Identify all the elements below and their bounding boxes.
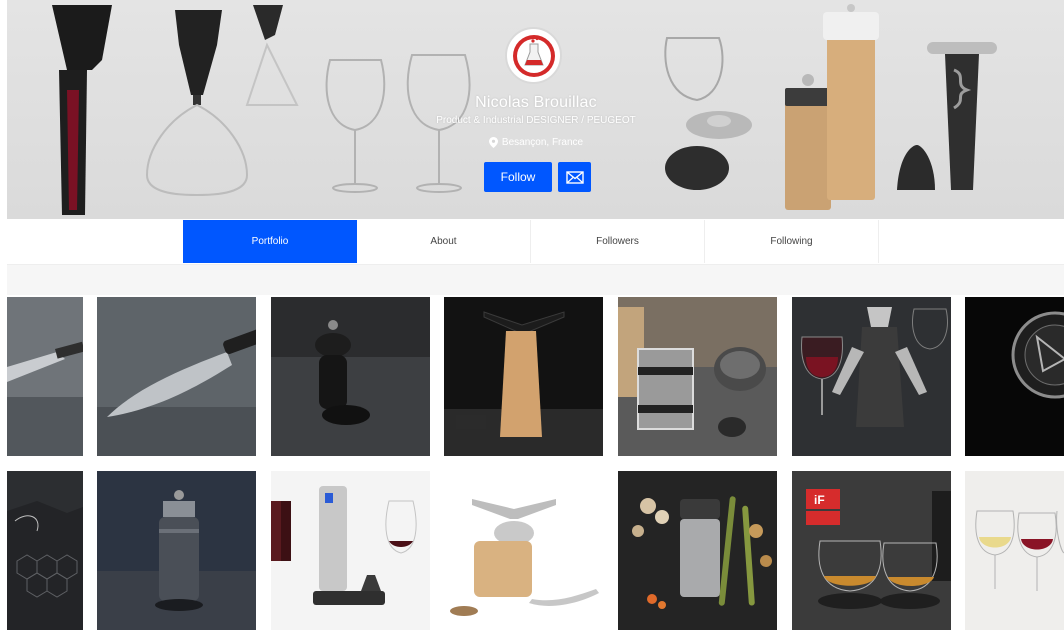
portfolio-tile[interactable]: [792, 297, 951, 456]
electric-corkscrew-thumbnail: [271, 471, 430, 630]
portfolio-tile[interactable]: iF: [792, 471, 951, 630]
message-button[interactable]: [558, 162, 591, 192]
vegetable-mill-thumbnail: [618, 471, 777, 630]
knife-thumbnail: [7, 297, 83, 456]
profile-tagline: Product & Industrial DESIGNER / PEUGEOT: [436, 115, 636, 126]
follow-button[interactable]: Follow: [484, 162, 552, 192]
profile-tabs: Portfolio About Followers Following: [7, 220, 1064, 265]
portfolio-tile[interactable]: [7, 297, 83, 456]
profile-location: Besançon, France: [391, 137, 681, 148]
tab-about[interactable]: About: [357, 220, 531, 263]
wooden-grinder-thumbnail: [444, 471, 603, 630]
pepper-mill-thumbnail: [271, 297, 430, 456]
envelope-icon: [565, 170, 584, 184]
portfolio-tile[interactable]: [97, 471, 256, 630]
profile-header: Nicolas Brouillac Product & Industrial D…: [391, 27, 681, 197]
wooden-corkscrew-thumbnail: [444, 297, 603, 456]
tab-portfolio[interactable]: Portfolio: [183, 220, 357, 263]
svg-text:iF: iF: [814, 493, 825, 507]
portfolio-tile[interactable]: [965, 471, 1064, 630]
metal-pepper-mill-thumbnail: [97, 471, 256, 630]
portfolio-tile[interactable]: [444, 471, 603, 630]
wine-corkscrew-thumbnail: [792, 297, 951, 456]
cover-banner: Nicolas Brouillac Product & Industrial D…: [7, 0, 1064, 219]
portfolio-tile[interactable]: [271, 297, 430, 456]
portfolio-tile[interactable]: [97, 297, 256, 456]
portfolio-tile[interactable]: [7, 471, 83, 630]
portfolio-tile[interactable]: [618, 471, 777, 630]
textured-surface-thumbnail: [7, 471, 83, 630]
section-spacer: [7, 265, 1064, 295]
tab-followers[interactable]: Followers: [531, 220, 705, 263]
portfolio-tile[interactable]: [444, 297, 603, 456]
avatar[interactable]: [505, 27, 562, 84]
bottle-cap-thumbnail: [965, 297, 1064, 456]
whisky-glasses-thumbnail: iF: [792, 471, 951, 630]
location-text: Besançon, France: [501, 137, 584, 148]
wine-glasses-thumbnail: [965, 471, 1064, 630]
lab-flask-icon: [512, 34, 555, 77]
map-pin-icon: [488, 137, 498, 148]
french-press-thumbnail: [618, 297, 777, 456]
portfolio-tile[interactable]: [618, 297, 777, 456]
tab-following[interactable]: Following: [705, 220, 879, 263]
portfolio-tile[interactable]: [271, 471, 430, 630]
portfolio-tile[interactable]: [965, 297, 1064, 456]
profile-name: Nicolas Brouillac: [475, 94, 597, 111]
santoku-knife-thumbnail: [97, 297, 256, 456]
